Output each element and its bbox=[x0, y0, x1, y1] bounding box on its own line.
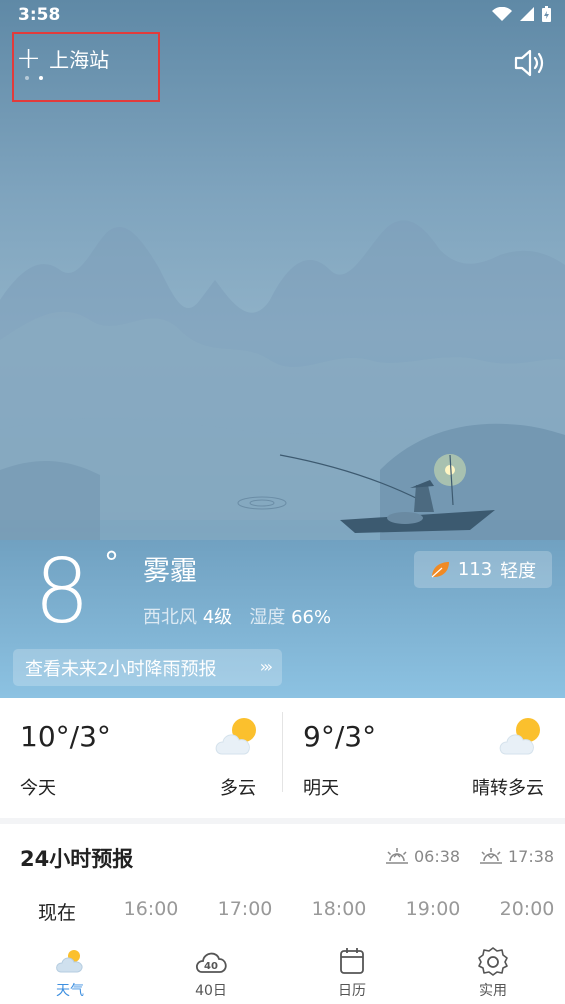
calendar-icon bbox=[340, 948, 364, 974]
tab-calendar[interactable]: 日历 bbox=[312, 938, 392, 1004]
status-time: 3:58 bbox=[18, 5, 61, 25]
aqi-value: 113 bbox=[457, 559, 493, 580]
tab-label: 天气 bbox=[56, 983, 84, 999]
aqi-level: 轻度 bbox=[500, 560, 537, 582]
tab-weather[interactable]: 天气 bbox=[30, 938, 110, 1004]
wind-label: 西北风 bbox=[143, 607, 197, 628]
sunrise-icon bbox=[386, 848, 408, 864]
weather-hero: 3:58 + 上海站 8 ° 雾霾 西北风 4级 湿度 66% 113 轻度 查… bbox=[0, 0, 565, 698]
hour-label-now: 现在 bbox=[37, 902, 77, 924]
tab-label: 40日 bbox=[195, 983, 227, 999]
hour-label: 20:00 bbox=[499, 898, 555, 920]
hour-label: 19:00 bbox=[405, 898, 461, 920]
hour-label: 18:00 bbox=[311, 898, 367, 920]
current-temperature: 8 bbox=[34, 540, 90, 643]
speaker-icon[interactable] bbox=[513, 48, 547, 78]
double-chevron-icon: ››› bbox=[259, 657, 273, 676]
wifi-icon bbox=[492, 7, 512, 21]
status-bar: 3:58 bbox=[0, 0, 565, 32]
day-temp-range: 10°/3° bbox=[20, 720, 111, 753]
status-icons bbox=[492, 6, 551, 22]
leaf-icon bbox=[431, 561, 449, 577]
day-label: 明天 bbox=[303, 778, 339, 799]
rain-forecast-button[interactable]: 查看未来2小时降雨预报 ››› bbox=[13, 649, 282, 686]
day-temp-range: 9°/3° bbox=[303, 720, 377, 753]
day-condition: 多云 bbox=[220, 778, 256, 799]
humidity-value: 66% bbox=[291, 607, 332, 628]
sunrise-time: 06:38 bbox=[414, 846, 461, 866]
sunrise: 06:38 bbox=[384, 846, 460, 866]
day-condition: 晴转多云 bbox=[472, 778, 544, 799]
hourly-forecast: 24小时预报 06:38 17:38 现在 16:00 17:00 18:00 … bbox=[0, 824, 565, 944]
sunset: 17:38 bbox=[478, 846, 554, 866]
hourly-title: 24小时预报 bbox=[20, 847, 134, 871]
wind-humidity: 西北风 4级 湿度 66% bbox=[143, 603, 331, 629]
tab-tools[interactable]: 实用 bbox=[453, 938, 533, 1004]
day-card-tomorrow[interactable]: 9°/3° 明天 晴转多云 bbox=[283, 698, 565, 818]
selection-highlight-box bbox=[12, 32, 160, 102]
battery-icon bbox=[542, 6, 551, 22]
rain-forecast-label: 查看未来2小时降雨预报 bbox=[25, 658, 217, 680]
svg-text:40: 40 bbox=[204, 961, 218, 972]
day-divider bbox=[282, 712, 283, 792]
bottom-tab-bar: 天气 40 40日 日历 实用 bbox=[0, 938, 565, 1004]
aqi-badge[interactable]: 113 轻度 bbox=[414, 551, 552, 588]
tab-label: 日历 bbox=[338, 983, 366, 999]
partly-cloudy-icon bbox=[499, 718, 540, 755]
tab-40-day[interactable]: 40 40日 bbox=[171, 938, 251, 1004]
hour-label: 17:00 bbox=[217, 898, 273, 920]
sunset-time: 17:38 bbox=[508, 846, 555, 866]
humidity-label: 湿度 bbox=[249, 607, 286, 628]
tab-label: 实用 bbox=[479, 983, 507, 999]
day-label: 今天 bbox=[20, 778, 56, 799]
day-card-today[interactable]: 10°/3° 今天 多云 bbox=[0, 698, 282, 818]
hour-label: 16:00 bbox=[123, 898, 179, 920]
partly-cloudy-icon bbox=[215, 718, 256, 755]
weather-icon bbox=[56, 950, 83, 973]
signal-icon bbox=[520, 7, 534, 21]
sunset-icon bbox=[480, 848, 502, 864]
forty-day-icon: 40 bbox=[195, 952, 227, 973]
wind-value: 4级 bbox=[202, 607, 233, 628]
degree-symbol: ° bbox=[104, 546, 119, 581]
current-condition: 雾霾 bbox=[143, 556, 197, 587]
settings-icon bbox=[478, 947, 508, 976]
